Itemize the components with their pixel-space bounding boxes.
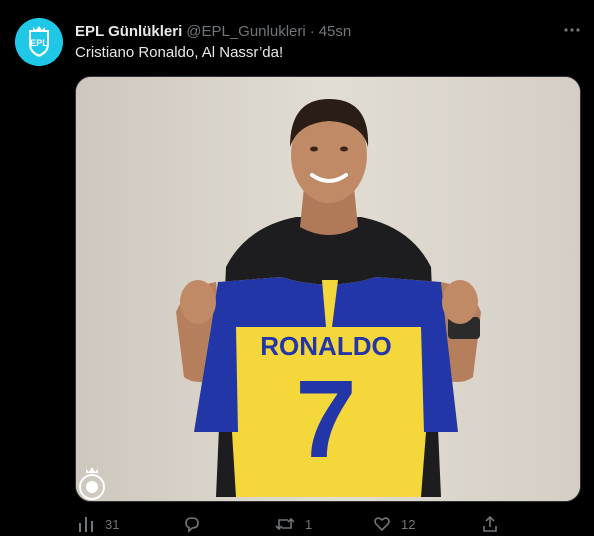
reply-button[interactable]	[183, 514, 211, 534]
tweet-photo[interactable]: RONALDO 7	[75, 76, 581, 502]
jersey-number: 7	[295, 358, 356, 481]
tweet[interactable]: EPL EPL Günlükleri @EPL_Gunlukleri · 45s…	[0, 0, 594, 536]
share-icon	[483, 515, 497, 532]
tweet-actions: 31 1 12	[75, 514, 505, 534]
author-handle[interactable]: @EPL_Gunlukleri	[186, 23, 305, 40]
share-button[interactable]	[481, 514, 499, 534]
like-icon	[374, 517, 390, 532]
like-count: 12	[401, 516, 416, 532]
views-icon	[79, 517, 93, 532]
retweet-count: 1	[305, 516, 313, 532]
avatar-text: EPL	[30, 38, 48, 48]
views-button[interactable]: 31	[77, 514, 119, 534]
photo-illustration: RONALDO 7	[76, 77, 580, 501]
epl-logo-icon: EPL	[15, 18, 63, 66]
reply-icon	[185, 517, 199, 533]
retweet-icon	[275, 517, 295, 531]
more-icon	[564, 28, 580, 32]
jersey-name: RONALDO	[260, 331, 391, 361]
tweet-text: Cristiano Ronaldo, Al Nassr’da!	[75, 44, 284, 61]
retweet-button[interactable]: 1	[275, 514, 312, 534]
avatar[interactable]: EPL	[15, 18, 63, 66]
like-button[interactable]: 12	[373, 514, 415, 534]
author-name[interactable]: EPL Günlükleri	[75, 23, 182, 40]
separator-dot: ·	[309, 22, 315, 40]
timestamp[interactable]: 45sn	[319, 23, 352, 40]
more-button[interactable]	[562, 20, 582, 40]
views-count: 31	[105, 516, 120, 532]
tweet-header: EPL Günlükleri @EPL_Gunlukleri · 45sn	[75, 20, 351, 42]
